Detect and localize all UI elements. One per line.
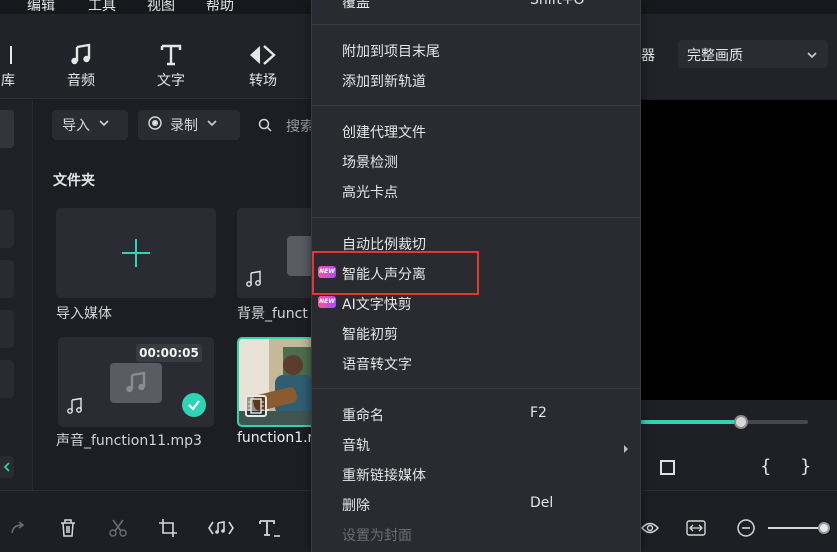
shortcut-rename: F2 <box>530 405 547 421</box>
search-input[interactable]: 搜索 <box>286 116 314 136</box>
import-media-card[interactable] <box>56 208 216 298</box>
chevron-down-icon <box>206 117 218 133</box>
video-type-icon <box>245 395 267 417</box>
search-icon <box>258 117 272 136</box>
preview-header: 器 完整画质 <box>640 37 837 99</box>
highlight-box <box>312 251 479 295</box>
tool-library[interactable]: 库 <box>0 42 30 90</box>
menu-separator <box>312 217 640 218</box>
menu-item-set-as-cover: 设置为封面 <box>342 528 412 544</box>
menu-item-speech-to-text[interactable]: 语音转文字 <box>342 354 412 374</box>
duration-badge: 00:00:05 <box>136 344 202 362</box>
stop-icon[interactable] <box>660 460 675 475</box>
menu-item-append-end[interactable]: 附加到项目末尾 <box>342 41 440 61</box>
music-note-icon <box>124 371 148 399</box>
media-card-label: function1.m <box>237 430 322 446</box>
menu-item-smart-cut[interactable]: 智能初剪 <box>342 324 398 344</box>
transition-icon <box>233 42 293 68</box>
player-label-suffix: 器 <box>641 48 655 64</box>
scissors-icon[interactable] <box>106 516 130 540</box>
media-card-label: 声音_function11.mp3 <box>56 433 202 449</box>
preview-controls: { } <box>640 400 837 490</box>
text-icon <box>141 42 201 68</box>
plus-icon <box>122 239 150 271</box>
left-sidebar <box>0 100 33 490</box>
redo-icon[interactable] <box>6 516 30 540</box>
tool-transition[interactable]: 转场 <box>233 42 293 90</box>
menu-help[interactable]: 帮助 <box>206 0 234 15</box>
menu-item-audio-track[interactable]: 音轨 <box>342 435 370 455</box>
chevron-left-icon <box>3 458 11 477</box>
eye-icon[interactable] <box>638 516 662 540</box>
menu-view[interactable]: 视图 <box>147 0 175 15</box>
menu-item-overwrite[interactable]: 覆盖 <box>342 0 370 12</box>
menu-item-relink-media[interactable]: 重新链接媒体 <box>342 465 426 485</box>
menu-separator <box>312 105 640 106</box>
sidebar-item[interactable] <box>0 260 14 298</box>
submenu-arrow-icon <box>623 439 629 458</box>
menu-item-delete[interactable]: 删除 <box>342 495 370 515</box>
library-icon <box>0 42 30 68</box>
menu-separator <box>312 388 640 389</box>
menu-item-add-new-track[interactable]: 添加到新轨道 <box>342 71 426 91</box>
menu-item-scene-detect[interactable]: 场景检测 <box>342 152 398 172</box>
progress-handle[interactable] <box>733 415 748 429</box>
fit-width-icon[interactable] <box>684 516 708 540</box>
sidebar-item[interactable] <box>0 360 14 398</box>
menu-item-create-proxy[interactable]: 创建代理文件 <box>342 122 426 142</box>
zoom-slider-track[interactable] <box>768 527 824 529</box>
import-dropdown-label: 导入 <box>62 118 90 134</box>
progress-track[interactable] <box>640 420 808 424</box>
new-badge: NEW <box>318 296 336 308</box>
crop-icon[interactable] <box>156 516 180 540</box>
text-edit-icon[interactable] <box>258 516 282 540</box>
tool-audio[interactable]: 音频 <box>51 42 111 90</box>
audio-thumbnail <box>110 363 162 403</box>
menu-edit[interactable]: 编辑 <box>27 0 55 15</box>
shortcut-delete: Del <box>530 495 554 511</box>
menu-item-rename[interactable]: 重命名 <box>342 405 384 425</box>
record-icon <box>148 116 162 134</box>
audio-type-icon <box>245 270 263 292</box>
collapse-sidebar-button[interactable] <box>0 456 14 478</box>
tool-transition-label: 转场 <box>249 73 277 89</box>
quality-select[interactable]: 完整画质 <box>678 40 828 68</box>
zoom-out-icon[interactable] <box>734 516 758 540</box>
media-card[interactable] <box>237 208 321 298</box>
media-card[interactable] <box>237 337 317 427</box>
zoom-slider-handle[interactable] <box>818 522 830 534</box>
preview-canvas[interactable] <box>640 100 837 400</box>
record-dropdown[interactable]: 录制 <box>138 110 240 140</box>
shortcut-overwrite: Shift+O <box>530 0 585 8</box>
menu-separator <box>312 24 640 25</box>
audio-adjust-icon[interactable] <box>206 516 236 540</box>
record-dropdown-label: 录制 <box>170 118 198 134</box>
sidebar-item[interactable] <box>0 310 14 348</box>
mark-out-button[interactable]: } <box>800 456 811 477</box>
trash-icon[interactable] <box>56 516 80 540</box>
menu-item-ai-text-edit[interactable]: AI文字快剪 <box>342 294 412 314</box>
menu-tools[interactable]: 工具 <box>88 0 116 15</box>
import-dropdown[interactable]: 导入 <box>52 110 128 140</box>
sidebar-item[interactable] <box>0 110 14 148</box>
sidebar-item[interactable] <box>0 210 14 248</box>
progress-fill <box>640 420 741 424</box>
audio-type-icon <box>66 397 84 419</box>
checkmark-icon <box>182 393 206 417</box>
tool-text-label: 文字 <box>157 73 185 89</box>
menu-item-highlight-beat[interactable]: 高光卡点 <box>342 182 398 202</box>
folder-heading: 文件夹 <box>53 173 95 189</box>
music-note-icon <box>51 42 111 68</box>
import-media-label: 导入媒体 <box>56 306 112 322</box>
media-panel: 导入 录制 搜索 文件夹 导入媒体 背景_funct 00:00:05 声音_f… <box>34 100 321 490</box>
chevron-down-icon <box>806 46 818 65</box>
quality-select-value: 完整画质 <box>687 48 743 64</box>
tool-text[interactable]: 文字 <box>141 42 201 90</box>
chevron-down-icon <box>98 117 110 133</box>
tool-audio-label: 音频 <box>67 73 95 89</box>
media-card[interactable]: 00:00:05 <box>58 337 214 427</box>
tool-library-label: 库 <box>1 73 15 89</box>
media-card-label: 背景_funct <box>237 306 308 322</box>
mark-in-button[interactable]: { <box>760 456 771 477</box>
